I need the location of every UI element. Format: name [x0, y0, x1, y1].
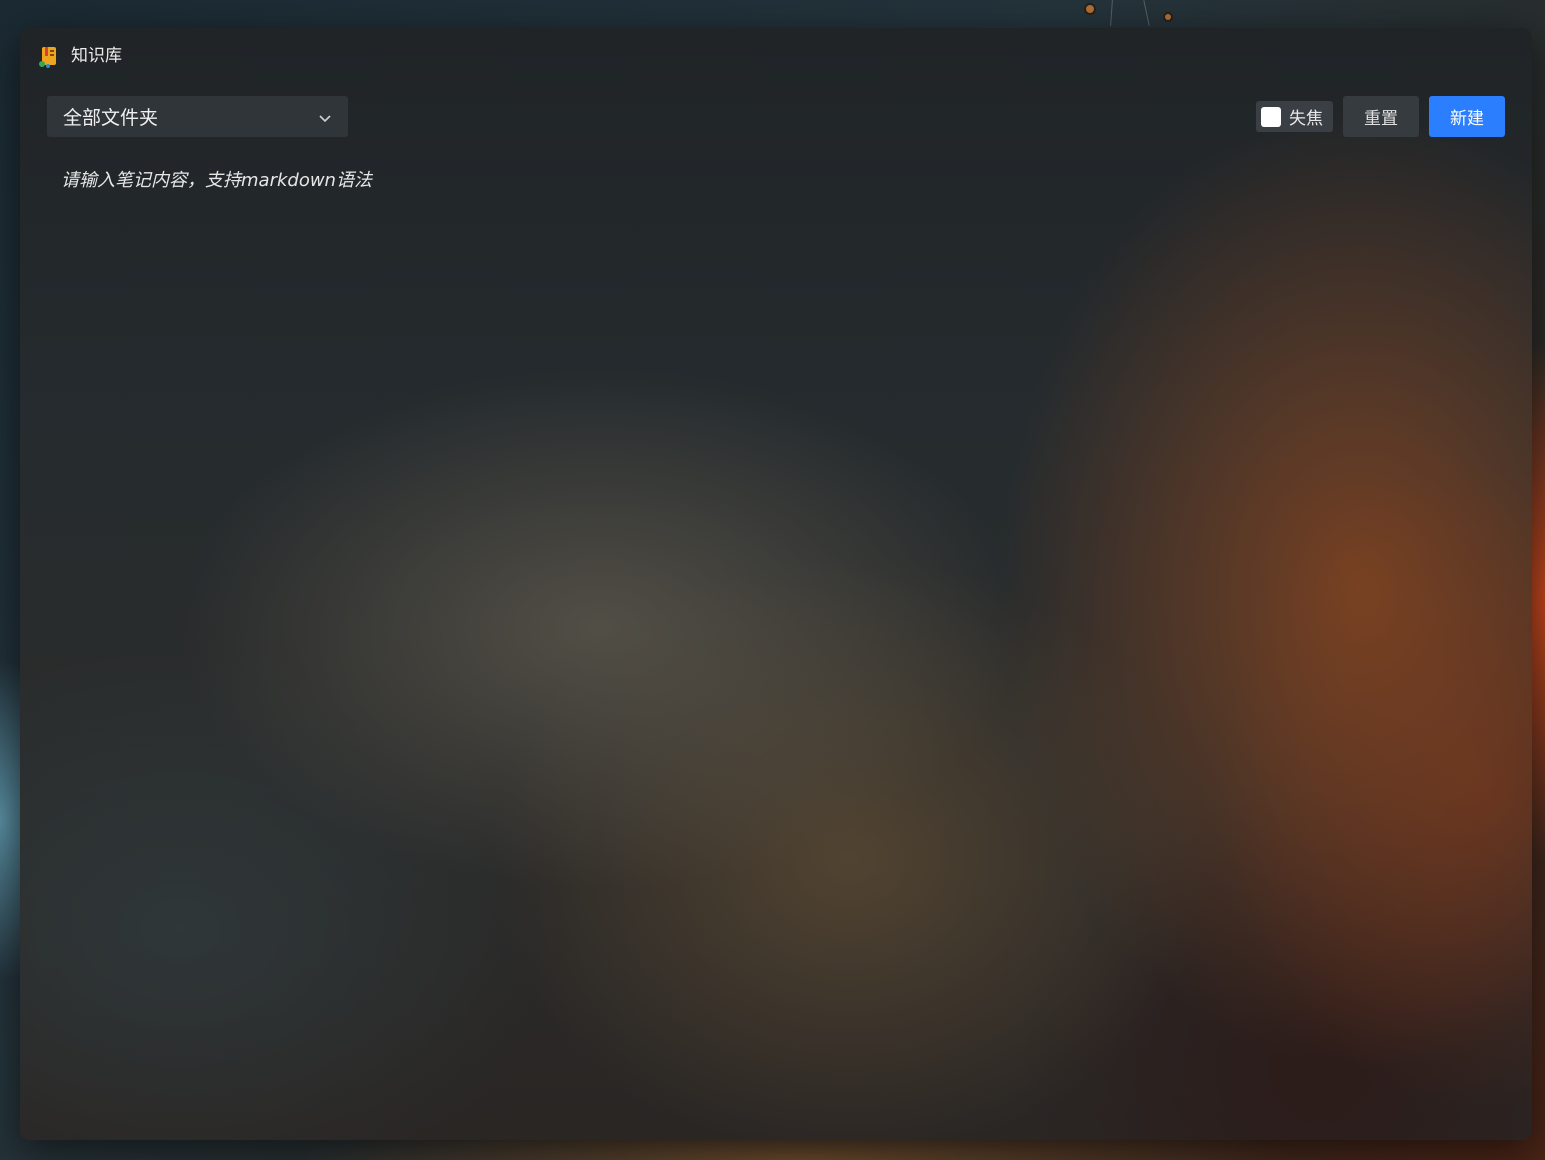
focus-loss-label: 失焦: [1289, 109, 1323, 129]
app-title: 知识库: [71, 46, 122, 66]
editor-placeholder: 请输入笔记内容，支持markdown语法: [61, 170, 372, 191]
knowledge-base-app-icon: [37, 45, 61, 69]
focus-loss-checkbox[interactable]: 失焦: [1256, 101, 1333, 132]
wallpaper-dot: [1165, 14, 1171, 20]
wallpaper-line: [1143, 0, 1150, 26]
new-button[interactable]: 新建: [1429, 96, 1505, 137]
wallpaper-line: [1110, 0, 1113, 27]
checkbox-box[interactable]: [1261, 106, 1281, 127]
toolbar-actions: 失焦 重置 新建: [1256, 96, 1505, 137]
app-window: 知识库 全部文件夹 失焦 重置 新建 请输入笔记内容，支持markdown语法: [20, 28, 1532, 1140]
chevron-down-icon: [318, 110, 332, 124]
reset-button[interactable]: 重置: [1343, 96, 1419, 137]
note-editor[interactable]: 请输入笔记内容，支持markdown语法: [47, 154, 1505, 1114]
folder-select-value: 全部文件夹: [63, 107, 159, 129]
wallpaper-dot: [1086, 5, 1094, 13]
folder-select[interactable]: 全部文件夹: [47, 96, 348, 137]
title-bar[interactable]: 知识库: [20, 28, 1532, 84]
